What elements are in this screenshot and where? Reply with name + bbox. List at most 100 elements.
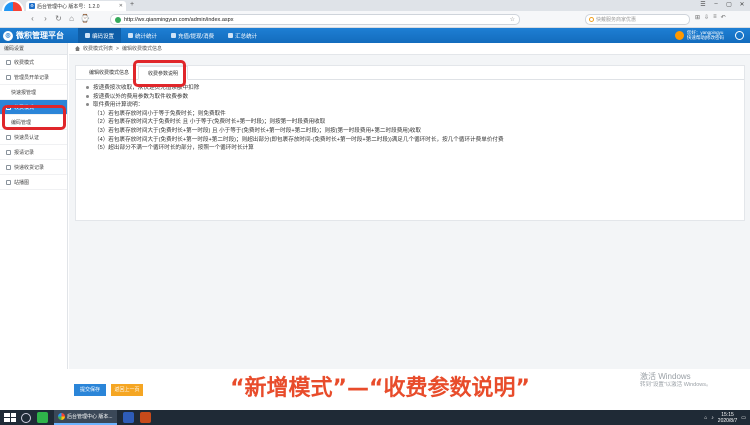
user-links[interactable]: 快速帮助|修改密码	[687, 35, 724, 40]
back-button[interactable]: ‹	[28, 14, 37, 24]
sidebar-item-admin-records[interactable]: 管理员开单记录	[0, 70, 67, 85]
avatar[interactable]	[674, 30, 684, 40]
history-button[interactable]: ⌚	[80, 14, 90, 24]
fee-rule-line: （2）若包裹存放时间大于免费时长 且 小于等于(免费时长+第一时段)；则按第一时…	[94, 119, 326, 126]
refresh-button[interactable]: ↻	[54, 14, 63, 24]
browser-tab-title: 后台管理中心 版本号：1.2.0	[37, 3, 100, 10]
request-icon	[6, 149, 11, 155]
sidebar-item-label: 报请记录	[14, 149, 35, 156]
sidebar-item-request-records[interactable]: 报请记录	[0, 145, 67, 160]
sidebar-item-label: 快递收货记录	[14, 164, 45, 171]
logout-power-icon[interactable]	[735, 31, 744, 40]
close-window-icon[interactable]: ✕	[738, 1, 746, 8]
main-content: 收费模式列表 > 编辑收费模式信息 编辑收费模式信息 收费参数说明 按递费按次收…	[69, 43, 750, 396]
description-line: 取件费用计算说明：	[86, 101, 744, 110]
top-nav-label: 充值/提现/消费	[178, 33, 215, 40]
menu-icon[interactable]: ☰	[699, 1, 707, 8]
notification-icon[interactable]: ▭	[741, 415, 746, 421]
sidebar-header: 编码设置	[0, 43, 67, 55]
chart-icon	[128, 33, 134, 38]
system-tray: ⌂ ♪ 15:15 2020/8/7 ▭	[704, 412, 750, 424]
url-text: http://wx.qianmingyun.com/admin/index.as…	[124, 16, 234, 23]
breadcrumb-root[interactable]: 收费模式列表	[83, 45, 113, 52]
top-nav-label: 编码设置	[92, 33, 115, 40]
back-previous-button[interactable]: 返回上一页	[111, 384, 143, 396]
fee-rule-line: （4）若包裹存放时间大于(免费时长+第一时段+第二时段)；则超出部分(即包裹存放…	[94, 136, 504, 143]
top-nav-recharge[interactable]: 充值/提现/消费	[164, 28, 221, 43]
app-logo: ◎ 微积管理平台	[3, 30, 64, 41]
video-subtitle: “新增模式”—“收费参数说明”	[230, 376, 530, 401]
image-icon	[6, 179, 11, 185]
top-nav-label: 汇总统计	[235, 33, 258, 40]
bullet-icon	[86, 86, 89, 90]
undo-icon[interactable]: ↶	[721, 14, 726, 21]
highlight-box-tab	[133, 60, 186, 87]
sidebar-item-carousel[interactable]: 站播图	[0, 175, 67, 190]
highlight-box-sidebar	[2, 105, 66, 130]
extensions-icon[interactable]: ⊞	[695, 14, 700, 21]
search-icon[interactable]	[21, 412, 31, 423]
browser-tab-strip: ⚙ 后台管理中心 版本号：1.2.0 ✕ + ☰ – ▢ ✕	[0, 0, 750, 11]
taskbar: 后台管理中心 版本... ⌂ ♪ 15:15 2020/8/7 ▭	[0, 410, 750, 425]
favicon-icon: ⚙	[29, 3, 35, 9]
tab-edit-fee-mode[interactable]: 编辑收费模式信息	[80, 66, 138, 80]
bookmark-star-icon[interactable]: ☆	[510, 16, 515, 23]
browser-search-field[interactable]: 快戴服务商家优惠	[585, 14, 690, 25]
wallet-icon	[171, 33, 177, 38]
taskbar-browser-button[interactable]: 后台管理中心 版本...	[54, 410, 117, 425]
clock[interactable]: 15:15 2020/8/7	[718, 412, 737, 424]
browser-search-placeholder: 快戴服务商家优惠	[596, 17, 637, 23]
browser-icon	[58, 413, 65, 420]
user-area: 您好：yangpingyu 快速帮助|修改密码	[674, 30, 724, 40]
description-line: 按递费以外的费用参数为取件收费参数	[86, 93, 744, 102]
volume-icon[interactable]: ♪	[711, 415, 714, 421]
package-icon	[6, 164, 11, 170]
breadcrumb: 收费模式列表 > 编辑收费模式信息	[69, 43, 750, 55]
network-icon[interactable]: ⌂	[704, 415, 707, 421]
windows-start-icon[interactable]	[4, 413, 16, 422]
address-bar: ‹ › ↻ ⌂ ⌚ http://wx.qianmingyun.com/admi…	[0, 11, 750, 28]
top-nav-summary[interactable]: 汇总统计	[221, 28, 264, 43]
summary-icon	[228, 33, 234, 38]
more-tools-icon[interactable]: ≡	[713, 14, 717, 21]
content-panel: 编辑收费模式信息 收费参数说明 按递费按次收取，从快递员充值余额中扣除 按递费以…	[75, 65, 745, 221]
home-button[interactable]: ⌂	[67, 14, 76, 24]
sidebar-item-courier-verify[interactable]: 快速员认证	[0, 130, 67, 145]
sidebar-item-courier-management[interactable]: 快速报管理	[0, 85, 67, 100]
minimize-icon[interactable]: –	[712, 1, 720, 8]
security-shield-icon	[115, 16, 121, 23]
sidebar: 编码设置 收费模式 管理员开单记录 快速报管理 收费模式 编码管理 快速员认证 …	[0, 43, 68, 369]
fee-rule-line: （5）超出部分不满一个循环时长的部分，按照一个循环时长计算	[94, 145, 254, 152]
description-text: 按递费以外的费用参数为取件收费参数	[93, 93, 189, 100]
top-nav-statistics[interactable]: 统计统计	[121, 28, 164, 43]
maximize-icon[interactable]: ▢	[725, 1, 733, 8]
breadcrumb-separator: >	[116, 45, 119, 52]
top-nav-code-settings[interactable]: 编码设置	[78, 28, 122, 43]
top-nav-label: 统计统计	[135, 33, 158, 40]
sidebar-item-label: 收费模式	[14, 59, 35, 66]
taskbar-browser-label: 后台管理中心 版本...	[67, 414, 113, 420]
url-field[interactable]: http://wx.qianmingyun.com/admin/index.as…	[110, 14, 520, 25]
wechat-icon[interactable]	[37, 412, 48, 423]
close-tab-icon[interactable]: ✕	[119, 3, 123, 9]
forward-button[interactable]: ›	[41, 14, 50, 24]
list-icon	[6, 59, 11, 65]
photoshop-icon[interactable]	[122, 412, 134, 423]
sidebar-item-pickup-records[interactable]: 快递收货记录	[0, 160, 67, 175]
browser-tab[interactable]: ⚙ 后台管理中心 版本号：1.2.0 ✕	[26, 1, 126, 11]
search-icon	[589, 17, 594, 22]
illustrator-icon[interactable]	[139, 412, 151, 423]
new-tab-button[interactable]: +	[130, 1, 134, 8]
sidebar-item-label: 站播图	[14, 179, 30, 186]
watermark-title: 激活 Windows	[640, 372, 691, 381]
submit-save-button[interactable]: 提交保存	[74, 384, 106, 396]
sidebar-item-label: 管理员开单记录	[14, 74, 50, 81]
window-controls: ☰ – ▢ ✕	[699, 1, 746, 8]
record-icon	[6, 74, 11, 80]
app-title: 微积管理平台	[16, 31, 64, 40]
screen: ⚙ 后台管理中心 版本号：1.2.0 ✕ + ☰ – ▢ ✕ ‹ › ↻ ⌂ ⌚…	[0, 0, 750, 425]
sidebar-item-fee-mode[interactable]: 收费模式	[0, 55, 67, 70]
app-header: ◎ 微积管理平台 编码设置 统计统计 充值/提现/消费 汇总统计 您好：yang…	[0, 28, 750, 43]
home-icon	[75, 46, 80, 51]
download-icon[interactable]: ⇩	[704, 14, 709, 21]
